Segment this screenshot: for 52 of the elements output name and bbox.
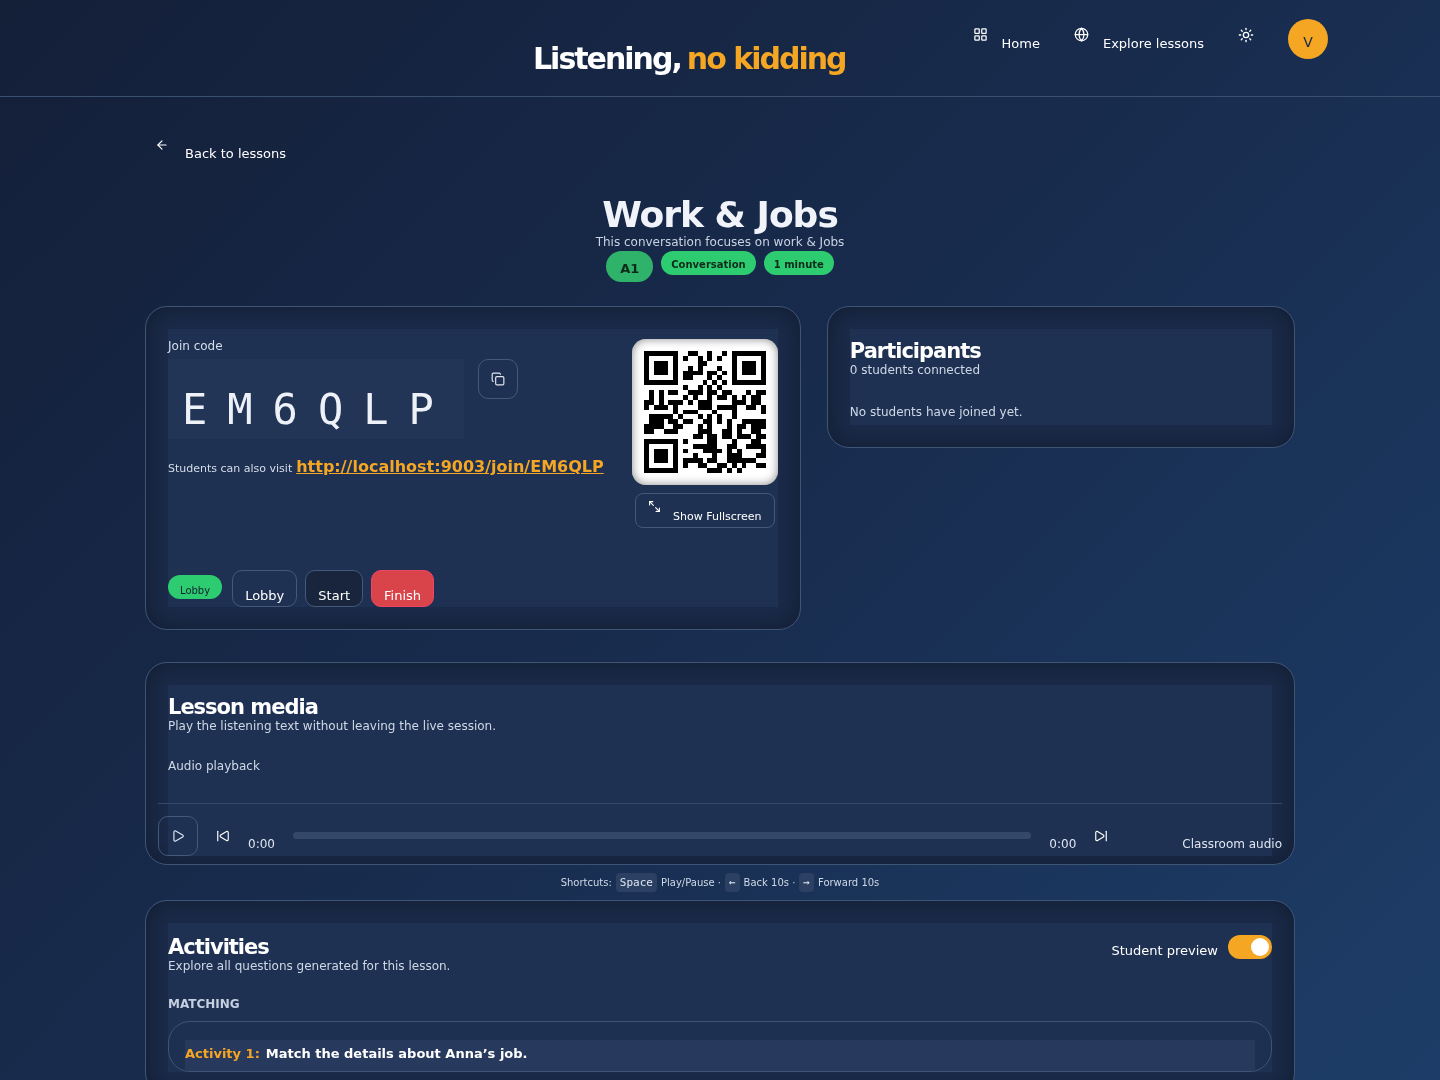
grid-icon: [972, 27, 988, 42]
media-subtitle: Play the listening text without leaving the live session.: [168, 718, 497, 733]
user-avatar[interactable]: V: [1288, 19, 1328, 59]
activities-title: Activities: [168, 934, 270, 959]
media-title: Lesson media: [168, 694, 319, 719]
shortcut-action: Back 10s ·: [743, 876, 796, 888]
play-button[interactable]: [158, 815, 198, 856]
lesson-tag: A1: [606, 250, 654, 282]
copy-icon: [491, 371, 505, 386]
progress-track[interactable]: [292, 832, 1032, 840]
key-hint: →: [799, 872, 814, 892]
empty-message: No students have joined yet.: [849, 404, 1024, 419]
session-button[interactable]: Finish: [371, 569, 435, 607]
lesson-title: Work & Jobs: [602, 195, 838, 235]
status-badge: Lobby: [168, 574, 223, 599]
nav-link[interactable]: Home: [972, 27, 1040, 51]
shortcut-action: Forward 10s: [818, 876, 880, 888]
lesson-description: This conversation focuses on work & Jobs: [594, 234, 846, 249]
key-hint: ←: [725, 872, 740, 892]
current-time: 0:00: [248, 836, 275, 851]
activities-subtitle: Explore all questions generated for this lesson.: [168, 958, 451, 973]
audio-source: Classroom audio: [1182, 836, 1282, 851]
copy-button[interactable]: [478, 358, 518, 399]
join-code: E M 6 Q L P: [168, 358, 464, 439]
join-link[interactable]: http://localhost:9003/join/EM6QLP: [296, 456, 604, 476]
participants-count: 0 students connected: [849, 362, 982, 377]
skip-forward-icon[interactable]: [1094, 828, 1109, 843]
duration: 0:00: [1049, 836, 1077, 851]
shortcut-action: Play/Pause ·: [661, 876, 721, 888]
lesson-tag: Conversation: [661, 250, 756, 275]
back-link[interactable]: Back to lessons: [155, 138, 286, 161]
preview-toggle[interactable]: [1228, 934, 1272, 959]
activity-heading: Activity 1: Match the details about Anna’s job.: [185, 1039, 1255, 1071]
lesson-tag: 1 minute: [763, 250, 834, 275]
preview-label: Student preview: [1111, 943, 1218, 959]
theme-toggle-icon[interactable]: [1238, 27, 1254, 43]
fullscreen-button[interactable]: Show Fullscreen: [635, 492, 775, 528]
join-code-label: Join code: [168, 338, 224, 353]
participants-title: Participants: [849, 338, 982, 363]
globe-icon: [1073, 27, 1089, 42]
visit-text: Students can also visit: [168, 461, 293, 475]
session-button[interactable]: Start: [305, 569, 364, 607]
app-logo[interactable]: Listening, no kidding: [533, 40, 846, 76]
nav-link[interactable]: Explore lessons: [1073, 27, 1204, 51]
shortcuts-label: Shortcuts:: [560, 876, 612, 888]
session-button[interactable]: Lobby: [232, 569, 298, 607]
skip-back-icon[interactable]: [216, 828, 230, 843]
key-hint: Space: [615, 872, 657, 892]
audio-label: Audio playback: [168, 758, 261, 773]
play-icon: [171, 828, 185, 843]
expand-icon: [648, 499, 662, 513]
section-heading: MATCHING: [168, 996, 241, 1011]
